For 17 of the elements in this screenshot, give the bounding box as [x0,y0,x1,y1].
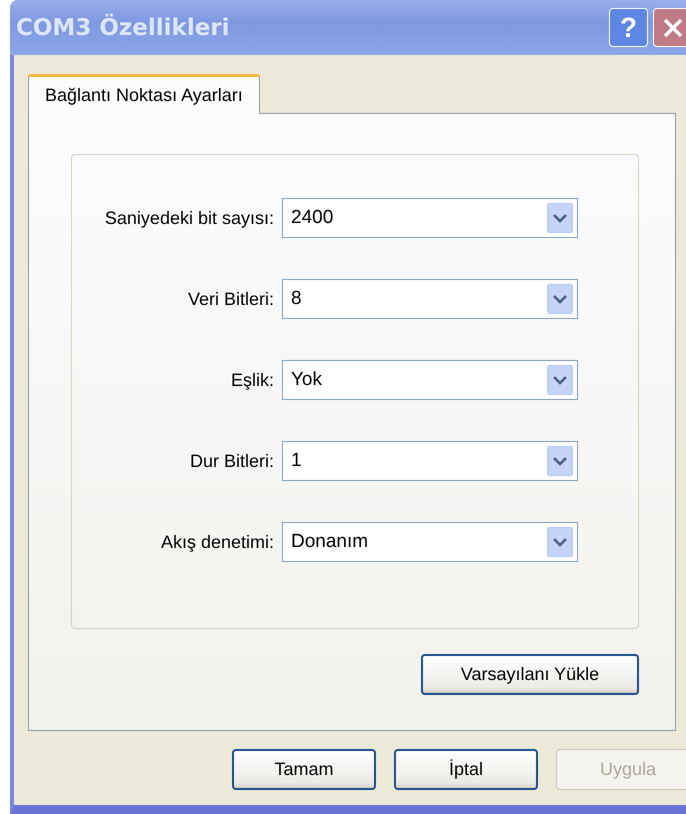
close-button[interactable] [653,8,686,47]
dialog-button[interactable]: Tamam [232,749,376,790]
field-label: Akış denetimi: [160,530,275,552]
field-label: Eşlik: [230,368,275,390]
dropdown[interactable]: Donanım [282,522,578,562]
dropdown[interactable]: 1 [282,440,578,480]
field-label: Saniyedeki bit sayısı: [104,206,275,228]
field-label: Dur Bitleri: [188,450,275,472]
dropdown[interactable]: 8 [282,278,578,318]
load-defaults-button[interactable]: Varsayılanı Yükle [421,654,639,695]
dialog-button[interactable]: İptal [394,749,538,790]
dropdown[interactable]: 2400 [282,198,578,238]
field-label: Veri Bitleri: [186,288,275,310]
help-button[interactable]: ? [609,8,648,47]
window-title: COM3 Özellikleri [16,14,230,40]
tab[interactable]: Bağlantı Noktası Ayarları [28,74,260,114]
dropdown[interactable]: Yok [282,360,578,400]
